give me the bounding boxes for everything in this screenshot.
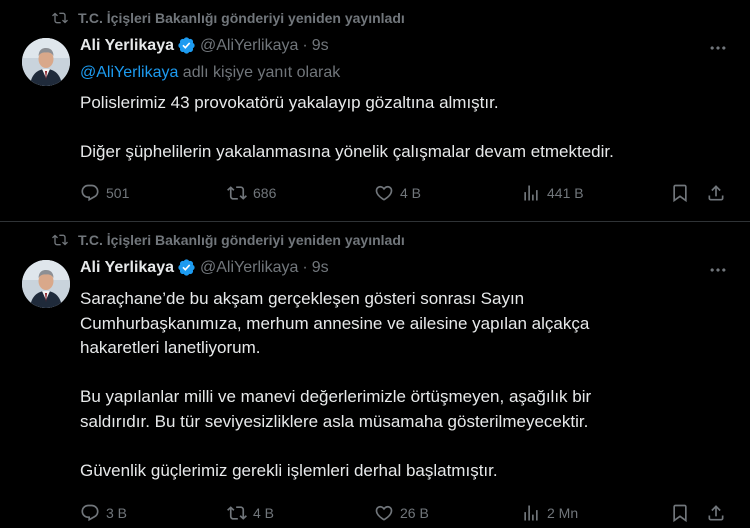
author-handle[interactable]: @AliYerlikaya [200,259,298,277]
repost-button[interactable]: 686 [227,183,276,203]
like-count: 26 B [400,505,429,521]
reply-count: 501 [106,185,130,201]
views-count: 441 B [547,185,584,201]
separator-dot: · [302,258,308,276]
tweet-2[interactable]: T.C. İçişleri Bakanlığı gönderiyi yenide… [0,222,750,528]
repost-count: 686 [253,185,277,201]
repost-icon [227,503,247,523]
like-button[interactable]: 26 B [374,503,429,523]
bookmark-icon[interactable] [670,183,690,203]
bookmark-icon[interactable] [670,503,690,523]
verified-badge-icon[interactable] [177,258,196,277]
repost-icon [227,183,247,203]
timestamp[interactable]: 9s [312,259,329,277]
reply-count: 3 B [106,505,128,521]
like-count: 4 B [400,185,422,201]
views-icon [521,183,541,203]
avatar[interactable] [22,260,70,308]
repost-indicator: T.C. İçişleri Bakanlığı gönderiyi yenide… [52,232,405,248]
views-button[interactable]: 441 B [521,183,584,203]
reply-button[interactable]: 3 B [80,503,127,523]
repost-label: T.C. İçişleri Bakanlığı gönderiyi yenide… [78,232,405,248]
repost-icon [52,232,68,248]
reply-mention-link[interactable]: @AliYerlikaya [80,64,178,81]
repost-indicator: T.C. İçişleri Bakanlığı gönderiyi yenide… [52,10,405,26]
author-handle[interactable]: @AliYerlikaya [200,37,298,55]
views-icon [521,503,541,523]
action-bar: 3 B 4 B 26 B 2 Mn [80,503,728,527]
views-count: 2 Mn [547,505,579,521]
tweet-header: Ali Yerlikaya @AliYerlikaya · 9s [80,258,329,277]
like-icon [374,183,394,203]
reply-suffix: adlı kişiye yanıt olarak [178,64,341,81]
verified-badge-icon[interactable] [177,36,196,55]
share-icon[interactable] [706,183,726,203]
repost-icon [52,10,68,26]
author-name[interactable]: Ali Yerlikaya [80,37,174,55]
separator-dot: · [302,36,308,54]
like-icon [374,503,394,523]
more-icon[interactable] [708,38,728,58]
tweet-text: Saraçhane’de bu akşam gerçekleşen göster… [80,289,592,480]
repost-count: 4 B [253,505,275,521]
action-bar: 501 686 4 B 441 B [80,183,728,207]
more-icon[interactable] [708,260,728,280]
reply-icon [80,503,100,523]
tweet-header: Ali Yerlikaya @AliYerlikaya · 9s [80,36,329,55]
tweet-1[interactable]: T.C. İçişleri Bakanlığı gönderiyi yenide… [0,0,750,222]
timestamp[interactable]: 9s [312,37,329,55]
reply-button[interactable]: 501 [80,183,129,203]
repost-label: T.C. İçişleri Bakanlığı gönderiyi yenide… [78,10,405,26]
reply-context: @AliYerlikaya adlı kişiye yanıt olarak [80,64,340,82]
views-button[interactable]: 2 Mn [521,503,578,523]
like-button[interactable]: 4 B [374,183,421,203]
tweet-text: Polislerimiz 43 provokatörü yakalayıp gö… [80,93,614,161]
avatar[interactable] [22,38,70,86]
reply-icon [80,183,100,203]
repost-button[interactable]: 4 B [227,503,274,523]
author-name[interactable]: Ali Yerlikaya [80,259,174,277]
share-icon[interactable] [706,503,726,523]
